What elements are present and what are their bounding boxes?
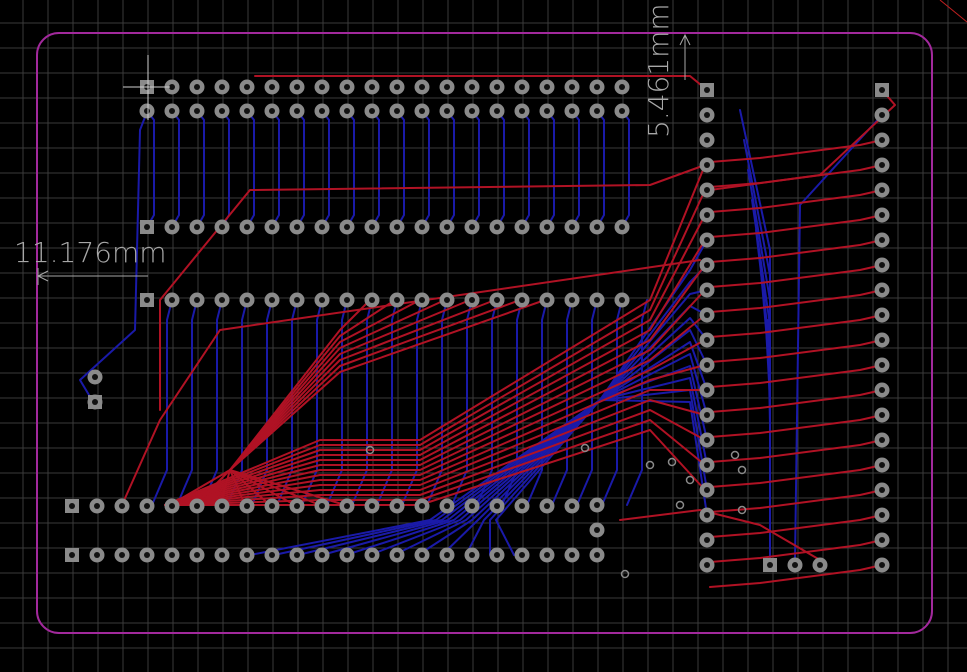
dimension-vertical-label: 5.461mm [642,3,675,138]
pcb-board-canvas[interactable]: 11.176mm 5.461mm [0,0,967,672]
dimension-horizontal-label: 11.176mm [14,236,167,269]
